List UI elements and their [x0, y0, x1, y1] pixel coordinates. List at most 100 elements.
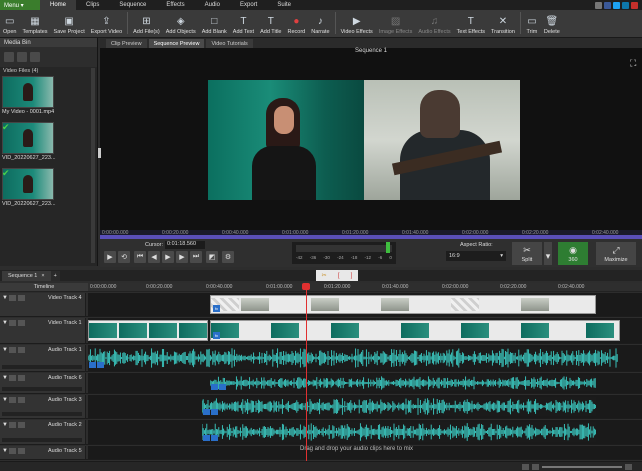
tab-video-tutorials[interactable]: Video Tutorials — [206, 39, 253, 48]
volume-slider[interactable] — [2, 365, 82, 369]
transition-button[interactable]: ✕ Transition — [488, 9, 518, 37]
speaker-icon[interactable] — [97, 362, 104, 368]
track-lock-icon[interactable] — [18, 347, 25, 353]
video-effects-button[interactable]: ▶ Video Effects — [338, 9, 376, 37]
mark-in-icon[interactable]: [ — [338, 273, 340, 279]
templates-button[interactable]: ▦ Templates — [19, 9, 50, 37]
split-button[interactable]: ✂ Split — [512, 242, 542, 265]
settings-icon[interactable]: ⚙ — [222, 251, 234, 263]
fullscreen-icon[interactable]: ⛶ — [630, 58, 638, 78]
tab-clip-preview[interactable]: Clip Preview — [106, 39, 147, 48]
track-lane[interactable] — [88, 420, 642, 444]
clip-fx-icon[interactable]: fx — [213, 305, 220, 312]
zoom-out-icon[interactable] — [532, 464, 539, 470]
skip-end-icon[interactable]: ⏭ — [190, 251, 202, 263]
preview-ruler[interactable]: 0:00:00.000 0:00:20.000 0:00:40.000 0:01… — [100, 230, 642, 239]
track-lane[interactable]: fx — [88, 293, 642, 316]
track-lane[interactable] — [88, 373, 642, 393]
fx-icon[interactable] — [203, 409, 210, 415]
image-effects-button[interactable]: ▨ Image Effects — [376, 9, 416, 37]
speaker-icon[interactable] — [211, 409, 218, 415]
zoom-slider[interactable] — [542, 466, 622, 468]
text-effects-button[interactable]: T Text Effects — [454, 9, 488, 37]
track-lock-icon[interactable] — [18, 422, 25, 428]
cursor-time-field[interactable]: 0:01:18.560 — [165, 241, 205, 249]
skip-start-icon[interactable]: ⏮ — [134, 251, 146, 263]
track-lock-icon[interactable] — [18, 448, 25, 454]
narrate-button[interactable]: ♪ Narrate — [308, 9, 332, 37]
track-lane[interactable]: fx — [88, 318, 642, 343]
expand-icon[interactable]: ▼ — [2, 422, 8, 428]
mark-icon[interactable]: ◩ — [206, 251, 218, 263]
step-forward-icon[interactable]: ▶ — [176, 251, 188, 263]
delete-button[interactable]: 🗑 Delete — [541, 9, 563, 37]
track-lock-icon[interactable] — [18, 397, 25, 403]
tab-sequence-1[interactable]: Sequence 1 × — [2, 271, 51, 281]
export-video-button[interactable]: ⇪ Export Video — [88, 9, 125, 37]
video-clip[interactable]: fx — [210, 295, 596, 314]
track-toggle-icon[interactable] — [9, 295, 16, 301]
fx-icon[interactable] — [89, 362, 96, 368]
bin-remove-icon[interactable] — [30, 52, 40, 62]
fx-icon[interactable] — [203, 435, 210, 441]
add-text-button[interactable]: T Add Text — [230, 9, 257, 37]
track-lock-icon[interactable] — [18, 320, 25, 326]
audio-clip[interactable] — [202, 422, 596, 442]
expand-icon[interactable]: ▼ — [2, 397, 8, 403]
zoom-fit-icon[interactable] — [522, 464, 529, 470]
media-thumbnail[interactable]: ✔ — [2, 122, 54, 154]
play-small-icon[interactable]: ▶ — [162, 251, 174, 263]
add-title-button[interactable]: T Add Title — [257, 9, 284, 37]
video-files-section[interactable]: Video Files (4) — [0, 67, 97, 75]
media-thumbnail[interactable]: ✔ — [2, 168, 54, 200]
split-dropdown-button[interactable]: ▾ — [544, 242, 552, 265]
add-sequence-button[interactable]: + — [50, 271, 60, 281]
panel-splitter[interactable] — [98, 148, 101, 158]
add-objects-button[interactable]: ◈ Add Objects — [163, 9, 199, 37]
volume-slider[interactable] — [2, 387, 82, 391]
aspect-ratio-select[interactable]: 16:9 ▾ — [446, 251, 506, 261]
track-mute-icon[interactable] — [9, 397, 16, 403]
speaker-icon[interactable] — [211, 435, 218, 441]
media-bin-scrollbar[interactable] — [91, 68, 95, 263]
expand-icon[interactable]: ▼ — [2, 320, 8, 326]
track-lane[interactable] — [88, 395, 642, 418]
track-lock-icon[interactable] — [18, 375, 25, 381]
save-project-button[interactable]: ▣ Save Project — [51, 9, 88, 37]
record-button[interactable]: ● Record — [285, 9, 309, 37]
track-mute-icon[interactable] — [9, 347, 16, 353]
play-icon[interactable]: ▶ — [104, 251, 116, 263]
mark-out-icon[interactable]: ] — [351, 273, 353, 279]
facebook-icon[interactable] — [604, 1, 611, 9]
expand-icon[interactable]: ▼ — [2, 295, 8, 301]
clip-fx-icon[interactable]: fx — [213, 332, 220, 339]
audio-effects-button[interactable]: ♫ Audio Effects — [415, 9, 453, 37]
media-thumbnail[interactable] — [2, 76, 54, 108]
track-mute-icon[interactable] — [9, 422, 16, 428]
playhead[interactable] — [306, 283, 307, 461]
linkedin-icon[interactable] — [622, 1, 629, 9]
track-lock-icon[interactable] — [18, 295, 25, 301]
add-blank-button[interactable]: □ Add Blank — [199, 9, 230, 37]
twitter-icon[interactable] — [613, 1, 620, 9]
track-mute-icon[interactable] — [9, 375, 16, 381]
track-mute-icon[interactable] — [9, 448, 16, 454]
expand-icon[interactable]: ▼ — [2, 375, 8, 381]
trim-button[interactable]: ▭ Trim — [523, 9, 541, 37]
fx-icon[interactable] — [211, 384, 218, 390]
audio-clip[interactable] — [210, 375, 596, 391]
timeline-ruler[interactable]: 0:00:00.000 0:00:20.000 0:00:40.000 0:01… — [88, 283, 642, 292]
loop-icon[interactable]: ⟲ — [118, 251, 130, 263]
track-toggle-icon[interactable] — [9, 320, 16, 326]
info-icon[interactable] — [595, 1, 602, 9]
audio-clip[interactable] — [88, 347, 618, 369]
youtube-icon[interactable] — [631, 1, 638, 9]
bin-view-icon[interactable] — [17, 52, 27, 62]
volume-slider[interactable] — [2, 412, 82, 416]
video-clip[interactable]: fx — [210, 320, 620, 341]
step-back-icon[interactable]: ◀ — [148, 251, 160, 263]
expand-icon[interactable]: ▼ — [2, 347, 8, 353]
speaker-icon[interactable] — [219, 384, 226, 390]
add-files-button[interactable]: ⊞ Add File(s) — [130, 9, 163, 37]
zoom-in-icon[interactable] — [625, 464, 632, 470]
